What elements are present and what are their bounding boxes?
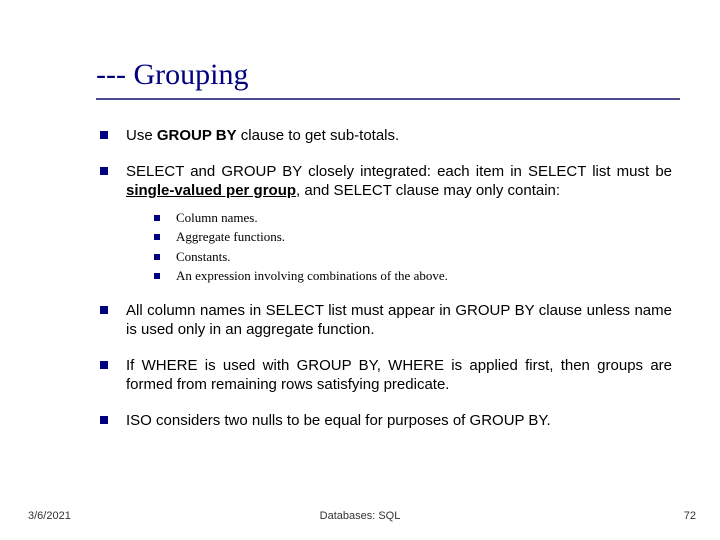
text-span: Use: [126, 127, 157, 144]
sub-bullet-list: Column names. Aggregate functions. Const…: [126, 209, 672, 285]
bullet-item: ISO considers two nulls to be equal for …: [100, 411, 672, 431]
bullet-item: If WHERE is used with GROUP BY, WHERE is…: [100, 356, 672, 395]
slide-title: --- Grouping: [96, 58, 680, 98]
title-underline: [96, 98, 680, 100]
sub-bullet-item: Aggregate functions.: [154, 228, 672, 246]
text-bold: GROUP BY: [157, 127, 237, 144]
text-span: SELECT and GROUP BY closely integrated: …: [126, 163, 672, 180]
text-span: , and SELECT clause may only contain:: [296, 182, 560, 199]
footer-title: Databases: SQL: [0, 510, 720, 522]
slide: --- Grouping Use GROUP BY clause to get …: [0, 0, 720, 540]
sub-bullet-item: Constants.: [154, 248, 672, 266]
slide-body: Use GROUP BY clause to get sub-totals. S…: [100, 126, 672, 446]
bullet-list: Use GROUP BY clause to get sub-totals. S…: [100, 126, 672, 430]
slide-footer: 3/6/2021 Databases: SQL 72: [0, 510, 720, 526]
title-block: --- Grouping: [96, 58, 680, 100]
sub-bullet-item: Column names.: [154, 209, 672, 227]
text-span: clause to get sub-totals.: [237, 127, 400, 144]
text-bold-underline: single-valued per group: [126, 182, 296, 199]
bullet-item: SELECT and GROUP BY closely integrated: …: [100, 162, 672, 285]
bullet-item: Use GROUP BY clause to get sub-totals.: [100, 126, 672, 146]
sub-bullet-item: An expression involving combinations of …: [154, 267, 672, 285]
footer-page-number: 72: [684, 510, 696, 522]
bullet-item: All column names in SELECT list must app…: [100, 301, 672, 340]
